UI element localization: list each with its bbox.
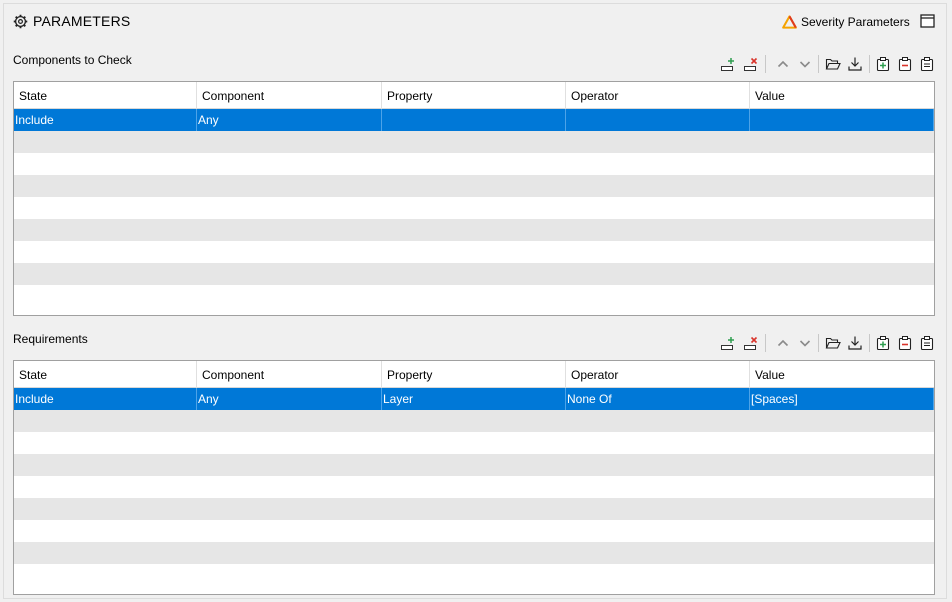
- column-header-value[interactable]: Value: [750, 361, 934, 388]
- open-folder-button[interactable]: [823, 54, 843, 74]
- gear-icon: [13, 14, 28, 29]
- severity-triangle-icon[interactable]: [782, 15, 797, 29]
- column-header-property[interactable]: Property: [382, 82, 566, 109]
- panel-title: PARAMETERS: [33, 13, 131, 29]
- empty-row: [14, 285, 934, 307]
- move-down-icon: [799, 340, 811, 347]
- parameters-panel: PARAMETERS Severity Parameters Component…: [3, 3, 947, 599]
- table-cell-state[interactable]: Include: [14, 109, 197, 131]
- empty-row: [14, 564, 934, 586]
- empty-row: [14, 454, 934, 476]
- components-toolbar: [718, 54, 938, 74]
- empty-row: [14, 476, 934, 498]
- move-up-button[interactable]: [773, 333, 793, 353]
- requirements-section-label: Requirements: [13, 332, 88, 346]
- remove-item-button[interactable]: [895, 333, 915, 353]
- remove-row-button[interactable]: [741, 333, 761, 353]
- add-item-icon: [876, 336, 890, 351]
- column-header-component[interactable]: Component: [197, 82, 382, 109]
- move-up-icon: [777, 60, 789, 68]
- components-section-label: Components to Check: [13, 53, 132, 67]
- empty-row: [14, 410, 934, 432]
- table-cell-component[interactable]: Any: [197, 388, 382, 410]
- column-header-state[interactable]: State: [14, 82, 197, 109]
- empty-row: [14, 219, 934, 241]
- open-folder-icon: [825, 58, 841, 70]
- clear-item-icon: [920, 336, 934, 351]
- table-row[interactable]: Include Any Layer None Of [Spaces]: [14, 388, 934, 410]
- remove-row-icon: [744, 336, 758, 350]
- components-grid: State Component Property Operator Value …: [13, 81, 935, 316]
- empty-row: [14, 542, 934, 564]
- remove-row-button[interactable]: [741, 54, 761, 74]
- table-cell-value[interactable]: [750, 109, 934, 131]
- add-row-icon: [721, 337, 734, 350]
- download-button[interactable]: [845, 54, 865, 74]
- move-down-icon: [799, 61, 811, 68]
- column-header-operator[interactable]: Operator: [566, 82, 750, 109]
- download-icon: [848, 336, 862, 350]
- window-icon[interactable]: [920, 14, 935, 28]
- remove-item-button[interactable]: [895, 54, 915, 74]
- table-cell-property[interactable]: [382, 109, 566, 131]
- add-row-icon: [721, 58, 734, 71]
- move-down-button[interactable]: [795, 333, 815, 353]
- remove-item-icon: [898, 336, 912, 351]
- download-button[interactable]: [845, 333, 865, 353]
- panel-header: PARAMETERS Severity Parameters: [4, 4, 946, 40]
- add-item-button[interactable]: [873, 333, 893, 353]
- table-cell-component[interactable]: Any: [197, 109, 382, 131]
- download-icon: [848, 57, 862, 71]
- move-down-button[interactable]: [795, 54, 815, 74]
- add-row-button[interactable]: [718, 333, 738, 353]
- remove-row-icon: [744, 57, 758, 71]
- table-cell-property[interactable]: Layer: [382, 388, 566, 410]
- clear-item-icon: [920, 57, 934, 72]
- table-cell-operator[interactable]: None Of: [566, 388, 750, 410]
- clear-item-button[interactable]: [917, 333, 937, 353]
- empty-row: [14, 498, 934, 520]
- empty-row: [14, 197, 934, 219]
- empty-row: [14, 175, 934, 197]
- requirements-grid-header: State Component Property Operator Value: [14, 361, 934, 388]
- column-header-operator[interactable]: Operator: [566, 361, 750, 388]
- move-up-button[interactable]: [773, 54, 793, 74]
- column-header-state[interactable]: State: [14, 361, 197, 388]
- column-header-component[interactable]: Component: [197, 361, 382, 388]
- table-cell-operator[interactable]: [566, 109, 750, 131]
- column-header-property[interactable]: Property: [382, 361, 566, 388]
- table-row[interactable]: Include Any: [14, 109, 934, 131]
- empty-row: [14, 432, 934, 454]
- add-row-button[interactable]: [718, 54, 738, 74]
- add-item-button[interactable]: [873, 54, 893, 74]
- empty-row: [14, 241, 934, 263]
- requirements-toolbar: [718, 333, 938, 353]
- empty-row: [14, 153, 934, 175]
- empty-row: [14, 263, 934, 285]
- remove-item-icon: [898, 57, 912, 72]
- components-grid-header: State Component Property Operator Value: [14, 82, 934, 109]
- open-folder-icon: [825, 337, 841, 349]
- table-cell-state[interactable]: Include: [14, 388, 197, 410]
- empty-row: [14, 131, 934, 153]
- table-cell-value[interactable]: [Spaces]: [750, 388, 934, 410]
- requirements-grid: State Component Property Operator Value …: [13, 360, 935, 595]
- open-folder-button[interactable]: [823, 333, 843, 353]
- add-item-icon: [876, 57, 890, 72]
- move-up-icon: [777, 339, 789, 347]
- severity-parameters-link[interactable]: Severity Parameters: [801, 15, 910, 29]
- empty-row: [14, 520, 934, 542]
- clear-item-button[interactable]: [917, 54, 937, 74]
- column-header-value[interactable]: Value: [750, 82, 934, 109]
